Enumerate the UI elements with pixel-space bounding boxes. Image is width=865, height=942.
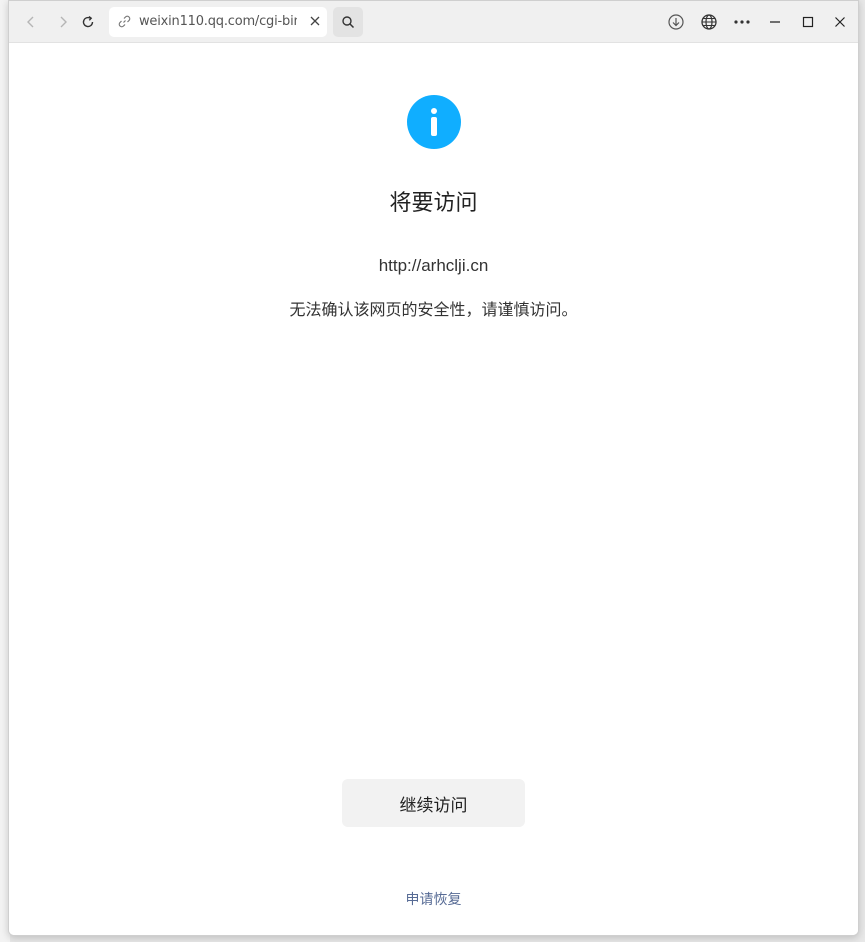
back-icon (27, 16, 34, 28)
search-icon (342, 16, 355, 29)
info-icon (407, 95, 461, 149)
more-icon (734, 20, 750, 24)
page-content: 将要访问 http://arhclji.cn 无法确认该网页的安全性，请谨慎访问… (9, 43, 858, 935)
maximize-icon (802, 16, 814, 28)
close-window-button[interactable] (826, 8, 854, 36)
minimize-button[interactable] (761, 8, 789, 36)
minimize-icon (770, 21, 780, 23)
more-button[interactable] (728, 8, 756, 36)
clear-icon[interactable] (309, 15, 321, 27)
appeal-link[interactable]: 申请恢复 (9, 889, 858, 909)
security-warning: 无法确认该网页的安全性，请谨慎访问。 (289, 300, 578, 319)
browser-toolbar: weixin110.qq.com/cgi-bin/mmspamsupport-b… (9, 1, 858, 43)
refresh-button[interactable] (74, 8, 102, 36)
page-title: 将要访问 (389, 191, 478, 216)
download-button[interactable] (662, 8, 690, 36)
forward-button[interactable] (49, 8, 77, 36)
search-button[interactable] (333, 7, 363, 37)
continue-button[interactable]: 继续访问 (342, 779, 525, 827)
browser-window: weixin110.qq.com/cgi-bin/mmspamsupport-b… (8, 0, 859, 936)
language-button[interactable] (695, 8, 723, 36)
refresh-icon (82, 15, 94, 28)
maximize-button[interactable] (794, 8, 822, 36)
globe-icon (701, 14, 717, 30)
download-icon (668, 14, 684, 30)
address-url[interactable]: weixin110.qq.com/cgi-bin/mmspamsupport-b… (139, 14, 297, 29)
close-icon (835, 17, 845, 27)
address-bar[interactable]: weixin110.qq.com/cgi-bin/mmspamsupport-b… (109, 7, 327, 37)
target-url: http://arhclji.cn (378, 256, 489, 275)
forward-icon (60, 16, 67, 28)
back-button[interactable] (17, 8, 45, 36)
link-icon (118, 15, 131, 28)
